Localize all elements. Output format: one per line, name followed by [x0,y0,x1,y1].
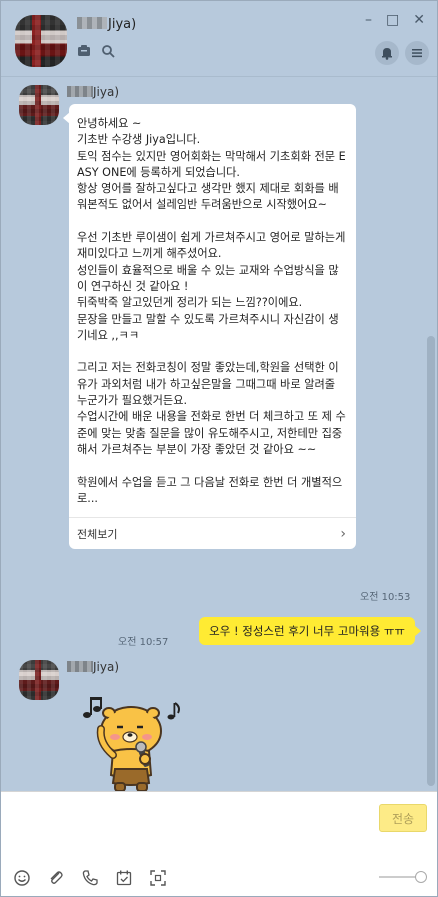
message-text: 오우 ! 정성스런 후기 너무 고마워용 ㅠㅠ [209,624,405,638]
header-tools [77,44,115,58]
sender-name-text: Jiya) [93,660,120,674]
minimize-button[interactable]: – [365,13,372,27]
music-note-icon [167,702,180,720]
incoming-message-bubble[interactable]: 안녕하세요 ~ 기초반 수강생 Jiya입니다. 토익 점수는 있지만 영어회화… [63,104,356,550]
slider-knob[interactable] [415,871,427,883]
menu-button[interactable] [405,41,429,65]
view-all-label: 전체보기 [77,527,118,541]
menu-icon [412,49,422,58]
chat-title-text: Jiya) [108,17,137,32]
message-time: 오전 10:53 [360,592,411,603]
chat-title: Jiya) [77,17,136,32]
message-list[interactable]: Jiya) 안녕하세요 ~ 기초반 수강생 Jiya입니다. 토익 점수는 있지… [1,77,437,791]
sticker-image[interactable] [79,687,189,791]
sender-avatar[interactable] [19,85,59,125]
chat-room-icon[interactable] [77,44,91,58]
blurred-name [77,17,107,29]
view-all-button[interactable]: 전체보기 › [69,517,356,549]
send-button[interactable]: 전송 [379,804,427,832]
sender-name: Jiya) [67,660,119,674]
chat-header: Jiya) – □ ✕ [1,1,437,77]
sender-name-text: Jiya) [93,85,120,99]
profile-avatar[interactable] [15,15,67,67]
input-toolbar [12,868,168,888]
sender-avatar[interactable] [19,660,59,700]
close-button[interactable]: ✕ [413,13,425,27]
calendar-icon[interactable] [114,868,134,888]
music-note-icon [83,697,102,718]
bell-icon [382,48,392,60]
phone-icon[interactable] [80,868,100,888]
maximize-button[interactable]: □ [386,13,399,27]
message-text: 안녕하세요 ~ 기초반 수강생 Jiya입니다. 토익 점수는 있지만 영어회화… [77,117,346,505]
chat-window: Jiya) – □ ✕ Jiya) 안녕하세요 ~ 기초반 수강생 Jiya입니… [0,0,438,897]
attach-icon[interactable] [46,868,66,888]
sender-name: Jiya) [67,85,119,99]
blurred-sender-name [67,86,93,97]
search-icon[interactable] [101,44,115,58]
opacity-slider[interactable] [379,871,427,883]
scrollbar[interactable] [427,336,435,786]
chevron-right-icon: › [340,525,346,542]
outgoing-message-bubble[interactable]: 오우 ! 정성스런 후기 너무 고마워용 ㅠㅠ [199,617,421,645]
emoji-icon[interactable] [12,868,32,888]
message-time: 오전 10:57 [118,637,169,648]
notification-button[interactable] [375,41,399,65]
window-controls: – □ ✕ [365,13,425,27]
blurred-sender-name [67,661,93,672]
message-input-area[interactable]: 전송 [1,791,437,896]
capture-icon[interactable] [148,868,168,888]
